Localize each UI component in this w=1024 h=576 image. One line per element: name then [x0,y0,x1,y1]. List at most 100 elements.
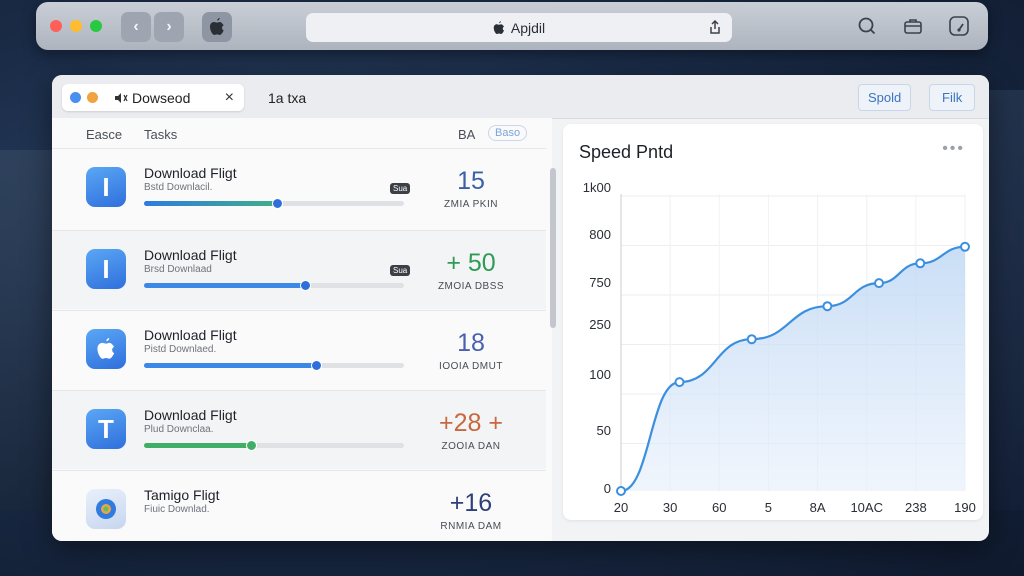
x-tick-label: 60 [712,500,726,515]
speaker-icon [115,92,128,103]
speed-unit-label: ZMIA PKIN [444,199,498,210]
tab-second[interactable]: 1a txa [268,90,306,106]
column-header-right[interactable]: BA [458,127,475,142]
download-app-window: Dowseod × 1a txa Spold Filk Easce Tasks … [52,75,989,541]
tab-dot-blue [70,92,81,103]
row-subtitle: Plud Downclaa. [144,424,214,435]
progress-knob[interactable] [245,440,257,451]
download-list: Easce Tasks BA Baso I Download Fligt Bstd … [52,118,556,541]
download-row[interactable]: I Download Fligt Bstd Downlacil. Sua 15 ZMIA … [52,148,546,227]
download-row[interactable]: Tamigo Fligt Fiuic Downlad. +16 RNMIA DAM [52,470,546,541]
speed-value: +28 + [439,409,503,437]
data-point [915,258,926,269]
row-subtitle: Pistd Downlaed. [144,344,217,355]
download-row[interactable]: Download Fligt Pistd Downlaed. 18 IOOIA DMU… [52,310,546,389]
address-text: Apjdil [510,19,546,36]
back-button[interactable]: ‹ [121,12,151,42]
forward-icon: › [166,18,172,35]
x-tick-label: 30 [663,500,677,515]
progress-knob[interactable] [300,280,312,291]
row-title: Download Fligt [144,247,237,263]
progress-fill [144,283,306,288]
minimize-window-button[interactable] [70,20,82,32]
progress-fill [144,363,316,368]
row-subtitle: Fiuic Downlad. [144,504,210,515]
forward-button[interactable]: › [154,12,184,42]
progress-bar: Sua [144,183,411,209]
y-tick-label: 250 [589,317,611,332]
x-tick-label: 8A [810,500,826,515]
tab-bar: Dowseod × 1a txa Spold Filk [52,75,989,119]
progress-fill [144,201,277,206]
data-point [746,334,757,345]
progress-fill [144,443,251,448]
speed-chart-panel: Speed Pntd ••• 1k00 800 750 250 100 50 0 20 30 60… [563,124,983,520]
app-icon: I [86,249,126,289]
column-badge[interactable]: Baso [488,125,528,141]
share-icon[interactable] [708,20,722,35]
chart-area [621,246,965,491]
progress-bar: Sua [144,265,411,291]
back-icon: ‹ [133,18,139,35]
tab-dot-orange [87,92,98,103]
zoom-window-button[interactable] [90,20,102,32]
x-tick-label: 10AC [850,500,883,515]
y-tick-label: 1k00 [583,180,611,195]
speed-unit-label: IOOIA DMUT [439,361,503,372]
row-subtitle: Bstd Downlacil. [144,182,213,193]
speed-value: 15 [457,167,485,195]
y-tick-label: 0 [604,481,611,496]
close-window-button[interactable] [50,20,62,32]
photos-app-icon [86,489,126,529]
x-tick-label: 238 [905,500,927,515]
gauge-icon[interactable] [948,16,970,36]
data-point [822,301,833,312]
tab-download-label: Dowseod [132,89,191,106]
download-row[interactable]: T Download Fligt Plud Downclaa. +28 + ZOOIA … [52,390,546,469]
x-tick-label: 20 [614,500,628,515]
tab-download[interactable]: Dowseod × [62,84,244,111]
data-point [960,241,970,252]
row-title: Tamigo Fligt [144,487,220,503]
search-icon[interactable] [856,16,878,36]
data-point [674,377,685,388]
y-tick-label: 800 [589,227,611,242]
row-title: Download Fligt [144,165,237,181]
apple-icon [493,20,504,34]
speed-button[interactable]: Spold [858,84,912,111]
x-tick-label: 5 [765,500,772,515]
y-tick-label: 50 [597,423,611,438]
progress-tooltip: Sua [390,265,411,276]
speed-value: + 50 [446,249,496,277]
download-row[interactable]: I Download Fligt Brsd Downlaad Sua + 50 ZMOIA… [52,230,546,309]
speed-value: +16 [449,489,493,517]
data-point [616,486,626,496]
progress-tooltip: Sua [390,183,411,194]
apple-logo-icon [210,18,224,35]
progress-knob[interactable] [271,198,283,209]
speed-value: 18 [457,329,485,357]
apple-logo-button[interactable] [202,12,232,42]
apple-app-icon [86,329,126,369]
app-icon: T [86,409,126,449]
list-scrollbar[interactable] [550,168,556,328]
speed-unit-label: RNMIA DAM [440,521,502,532]
y-tick-label: 100 [589,367,611,382]
address-bar[interactable]: Apjdil [306,13,732,42]
x-tick-label: 190 [954,500,976,515]
progress-bar [144,360,404,371]
app-icon: I [86,167,126,207]
progress-bar [144,440,404,451]
row-title: Download Fligt [144,327,237,343]
briefcase-icon[interactable] [902,16,924,36]
data-point [874,278,884,289]
filter-button[interactable]: Filk [929,84,976,111]
speed-unit-label: ZMOIA DBSS [437,281,505,292]
column-header-left[interactable]: Easce [86,127,122,142]
browser-toolbar: ‹ › Apjdil [36,2,988,50]
speed-chart: 1k00 800 750 250 100 50 020 30 60 5 8A 10AC 238 190 [583,180,976,515]
progress-knob[interactable] [310,360,322,371]
tab-close-icon[interactable]: × [225,89,234,107]
speed-unit-label: ZOOIA DAN [441,441,501,452]
column-header-tasks[interactable]: Tasks [144,127,177,142]
